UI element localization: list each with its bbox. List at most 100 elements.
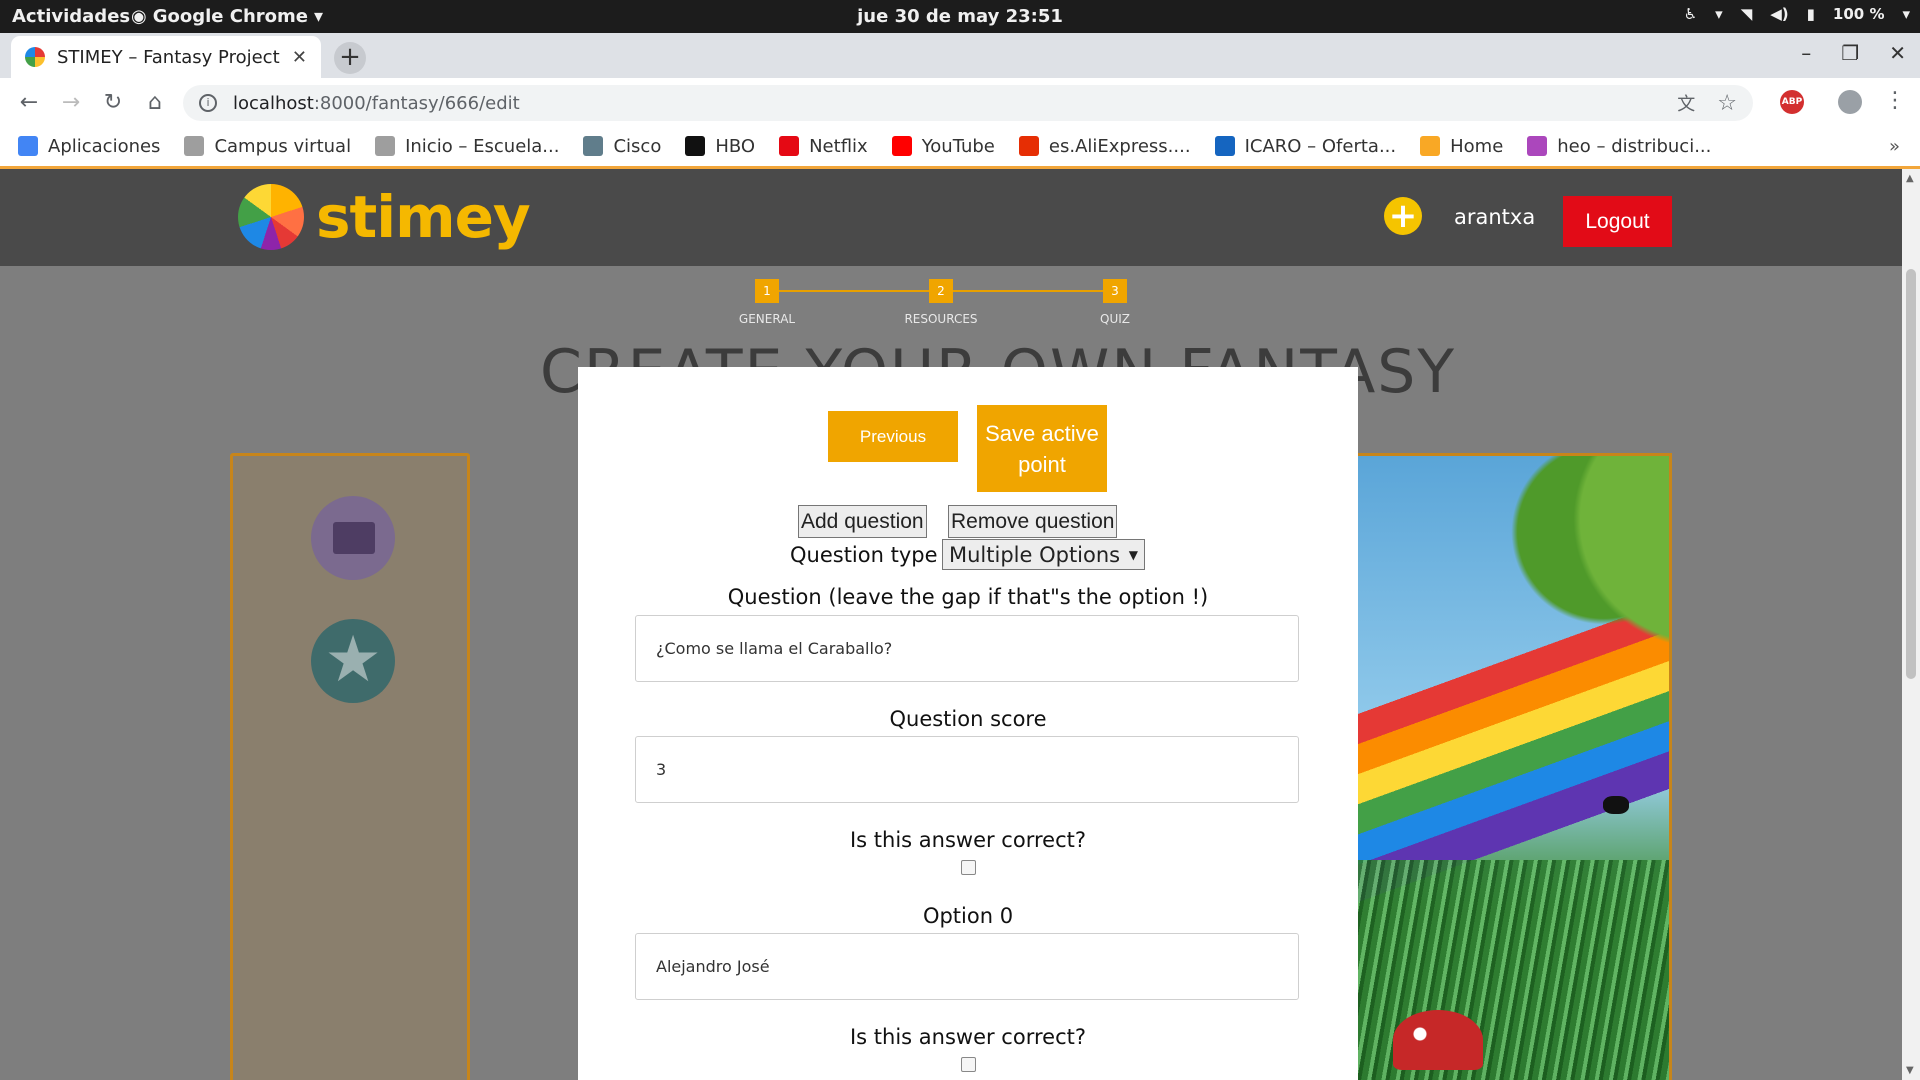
bookmark-favicon-icon	[375, 136, 396, 156]
step-1-marker[interactable]: 1	[755, 279, 779, 303]
tools-sidebar: ★	[230, 453, 470, 1080]
remove-question-button[interactable]: Remove question	[948, 505, 1118, 538]
stimey-favicon-icon	[25, 47, 45, 67]
battery-percent: 100 %	[1832, 5, 1885, 23]
bookmark-favicon-icon	[1018, 136, 1039, 156]
bookmarks-overflow-button[interactable]: »	[1889, 136, 1900, 157]
close-window-icon[interactable]: ✕	[1889, 41, 1906, 65]
profile-avatar[interactable]	[1838, 90, 1862, 114]
bookmark-item[interactable]: es.AliExpress....	[1018, 135, 1191, 157]
tab-active[interactable]: STIMEY – Fantasy Project ✕	[11, 36, 321, 78]
question-type-value: Multiple Options	[949, 542, 1121, 567]
chevron-down-icon: ▼	[1128, 547, 1138, 562]
scroll-down-icon[interactable]: ▼	[1906, 1065, 1914, 1076]
url-path: :8000/fantasy/666/edit	[313, 92, 520, 114]
question-label: Question (leave the gap if that"s the op…	[727, 585, 1209, 609]
option-0-label: Option 0	[922, 904, 1014, 928]
step-2-marker[interactable]: 2	[929, 279, 953, 303]
minimize-icon[interactable]: –	[1801, 41, 1811, 65]
bookmark-item[interactable]: Cisco	[583, 136, 661, 157]
site-header: stimey + arantxa Logout	[0, 169, 1902, 266]
translate-icon[interactable]: 文	[1677, 90, 1695, 116]
logout-button[interactable]: Logout	[1563, 196, 1672, 247]
adblock-icon[interactable]: ABP	[1780, 90, 1804, 114]
os-top-bar: Actividades ◉ Google Chrome ▾ jue 30 de …	[0, 0, 1920, 33]
step-3-marker[interactable]: 3	[1103, 279, 1127, 303]
chevron-down-icon: ▾	[1715, 5, 1723, 23]
correct-answer-checkbox-1[interactable]	[961, 1057, 976, 1072]
bookmark-label: ICARO – Oferta...	[1244, 135, 1397, 157]
restore-icon[interactable]: ❐	[1841, 41, 1859, 65]
save-active-point-button[interactable]: Save active point	[977, 405, 1107, 492]
previous-button[interactable]: Previous	[828, 411, 958, 462]
scroll-thumb[interactable]	[1906, 269, 1916, 679]
bookmark-favicon-icon	[685, 136, 706, 156]
close-tab-icon[interactable]: ✕	[292, 47, 307, 68]
bookmark-favicon-icon	[1420, 136, 1441, 156]
star-button[interactable]: ★	[311, 619, 395, 703]
scroll-up-icon[interactable]: ▲	[1906, 173, 1914, 184]
add-question-button[interactable]: Add question	[798, 505, 927, 538]
home-icon[interactable]: ⌂	[134, 90, 176, 115]
bookmark-item[interactable]: Aplicaciones	[18, 136, 160, 157]
fantasy-scene-image[interactable]	[1340, 453, 1672, 1080]
bookmark-label: Netflix	[809, 135, 868, 157]
brand-name: stimey	[316, 183, 531, 251]
bookmark-item[interactable]: heo – distribuci...	[1527, 136, 1711, 157]
bookmark-label: Campus virtual	[214, 135, 352, 157]
wifi-icon: ◥	[1740, 5, 1753, 23]
brain-logo-icon	[238, 184, 304, 250]
bookmark-item[interactable]: Netflix	[779, 136, 868, 157]
question-type-select[interactable]: Multiple Options ▼	[942, 539, 1145, 570]
tab-title: STIMEY – Fantasy Project	[57, 46, 280, 68]
bookmark-favicon-icon	[583, 136, 604, 156]
bookmark-item[interactable]: Inicio – Escuela...	[375, 136, 559, 157]
navigation-bar: ← → ↻ ⌂ i localhost :8000/fantasy/666/ed…	[0, 78, 1920, 126]
menu-kebab-icon[interactable]: ⋮	[1884, 88, 1906, 113]
page-scrollbar[interactable]: ▲ ▼	[1902, 169, 1920, 1080]
bookmark-label: HBO	[715, 135, 756, 157]
screen: Actividades ◉ Google Chrome ▾ jue 30 de …	[0, 0, 1920, 1080]
stimey-logo[interactable]: stimey	[238, 183, 531, 251]
bookmark-item[interactable]: ICARO – Oferta...	[1214, 135, 1397, 157]
back-icon[interactable]: ←	[8, 90, 50, 115]
bookmark-item[interactable]: HBO	[685, 136, 755, 157]
new-tab-button[interactable]: +	[334, 42, 366, 74]
bookmark-label: YouTube	[921, 135, 995, 157]
bookmark-item[interactable]: YouTube	[891, 135, 995, 157]
volume-icon: ◀)	[1770, 5, 1789, 23]
bookmark-label: Cisco	[613, 135, 662, 157]
option-0-input[interactable]: Alejandro José	[635, 933, 1299, 1000]
bookmark-star-icon[interactable]: ☆	[1717, 91, 1737, 116]
bookmark-favicon-icon	[18, 136, 38, 156]
add-plus-button[interactable]: +	[1384, 197, 1422, 235]
bookmark-favicon-icon	[891, 136, 912, 156]
system-tray[interactable]: ♿ ▾ ◥ ◀) ▮ 100 % ▾	[1684, 5, 1910, 23]
bookmark-item[interactable]: Home	[1420, 136, 1503, 157]
bookmark-label: heo – distribuci...	[1557, 135, 1712, 157]
bookmark-favicon-icon	[184, 136, 205, 156]
folder-button[interactable]	[311, 496, 395, 580]
question-input[interactable]: ¿Como se llama el Caraballo?	[635, 615, 1299, 682]
tab-strip: STIMEY – Fantasy Project ✕ + – ❐ ✕	[0, 33, 1920, 78]
bookmark-label: es.AliExpress....	[1048, 135, 1191, 157]
butterfly-decoration	[1603, 796, 1629, 814]
grass-decoration	[1343, 860, 1669, 1080]
site-info-icon[interactable]: i	[199, 94, 217, 112]
url-host: localhost	[233, 92, 314, 114]
bookmark-label: Home	[1450, 135, 1504, 157]
reload-icon[interactable]: ↻	[92, 90, 134, 115]
question-type-label: Question type	[790, 543, 938, 567]
accessibility-icon: ♿	[1683, 5, 1698, 23]
forward-icon[interactable]: →	[50, 90, 92, 115]
username[interactable]: arantxa	[1454, 205, 1535, 229]
bookmark-label: Aplicaciones	[48, 135, 161, 157]
score-input[interactable]: 3	[635, 736, 1299, 803]
address-bar[interactable]: i localhost :8000/fantasy/666/edit 文 ☆	[183, 85, 1753, 121]
clock[interactable]: jue 30 de may 23:51	[0, 6, 1920, 27]
folder-icon	[333, 522, 375, 554]
bookmarks-bar: Aplicaciones Campus virtual Inicio – Escue…	[0, 126, 1920, 169]
correct-answer-checkbox-0[interactable]	[961, 860, 976, 875]
bookmark-item[interactable]: Campus virtual	[184, 136, 351, 157]
bookmark-favicon-icon	[1214, 136, 1235, 156]
